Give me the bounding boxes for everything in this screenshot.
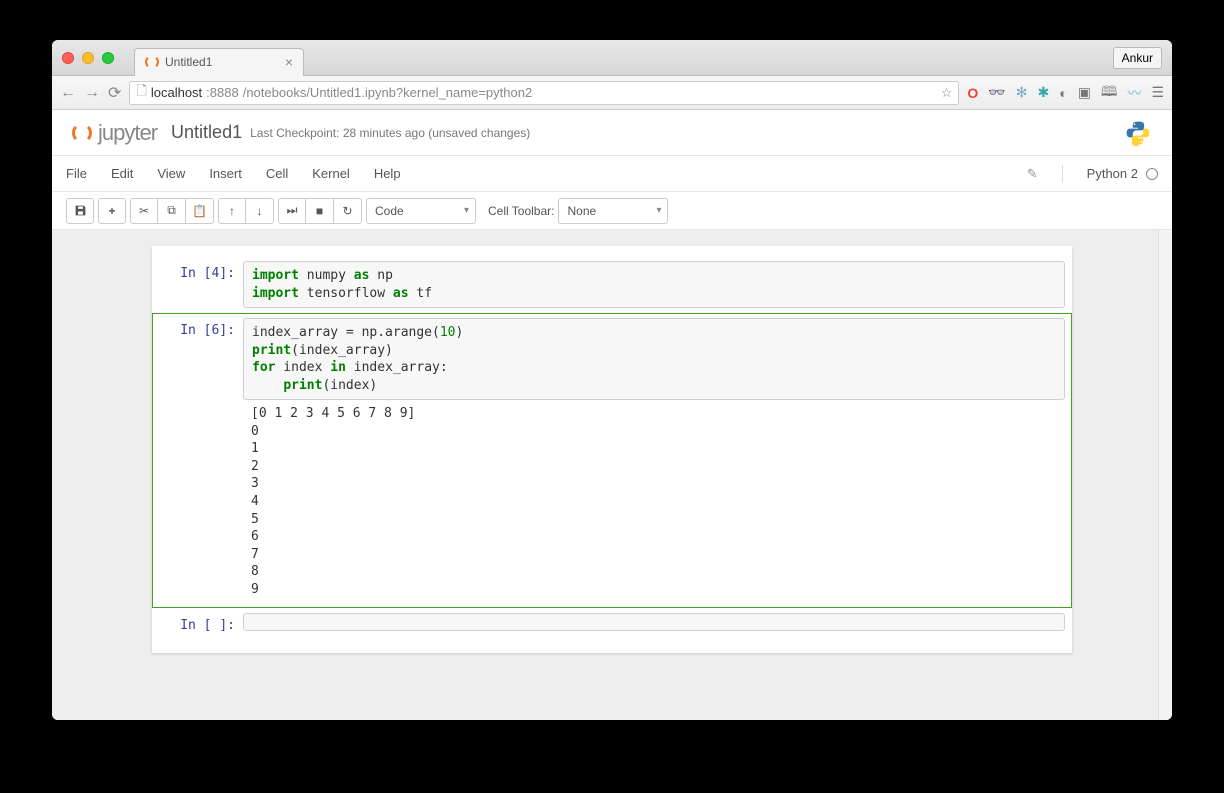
input-area: import numpy as np import tensorflow as … [243,261,1065,308]
cell-toolbar-label: Cell Toolbar: [488,204,554,218]
cell-toolbar-value: None [567,204,596,218]
notebook-container[interactable]: In [4]: import numpy as np import tensor… [52,230,1172,720]
bookmark-star-icon[interactable]: ☆ [941,85,953,101]
paste-button[interactable]: 📋 [186,198,214,224]
extension-icon[interactable]: ✻ [1016,84,1028,101]
python-logo-icon [1124,119,1152,147]
profile-button[interactable]: Ankur [1113,47,1162,69]
cell-type-select[interactable]: Code [366,198,476,224]
browser-tab[interactable]: Untitled1 × [134,48,304,76]
menu-view[interactable]: View [157,166,185,181]
jupyter-header: jupyter Untitled1 Last Checkpoint: 28 mi… [52,110,1172,156]
menu-icon[interactable]: ☰ [1151,84,1164,101]
tab-close-icon[interactable]: × [285,54,293,70]
input-area [243,613,1065,638]
input-prompt: In [ ]: [153,613,243,638]
add-cell-button[interactable]: + [98,198,126,224]
extension-icon[interactable]: ◐ [1059,85,1067,101]
jupyter-logo-text: jupyter [98,120,157,146]
browser-titlebar: Untitled1 × Ankur [52,40,1172,76]
jupyter-logo-icon [72,123,92,143]
input-area: index_array = np.arange(10) print(index_… [243,318,1065,603]
notebook-name[interactable]: Untitled1 [171,122,242,143]
cell-toolbar-select[interactable]: None [558,198,668,224]
move-up-button[interactable]: ↑ [218,198,246,224]
menu-file[interactable]: File [66,166,87,181]
menu-kernel[interactable]: Kernel [312,166,350,181]
extension-icon[interactable]: 〰 [1127,83,1141,103]
cut-button[interactable]: ✂ [130,198,158,224]
restart-button[interactable]: ↻ [334,198,362,224]
traffic-lights [62,52,114,64]
forward-icon[interactable]: → [84,84,100,102]
page-info-icon[interactable]: 🗋 [136,82,146,104]
output-area: [0 1 2 3 4 5 6 7 8 9] 0 1 2 3 4 5 6 7 8 … [243,400,1065,603]
menu-help[interactable]: Help [374,166,401,181]
browser-toolbar: ← → ⟳ 🗋 localhost :8888/notebooks/Untitle… [52,76,1172,110]
cell-type-value: Code [375,204,404,218]
code-input[interactable]: index_array = np.arange(10) print(index_… [243,318,1065,400]
checkpoint-status: Last Checkpoint: 28 minutes ago (unsaved… [250,126,530,140]
move-down-button[interactable]: ↓ [246,198,274,224]
scrollbar[interactable] [1158,230,1172,720]
window-close-icon[interactable] [62,52,74,64]
edit-notebook-icon[interactable]: ✎ [1027,166,1038,182]
extension-icon[interactable]: ✱ [1037,84,1049,101]
window-minimize-icon[interactable] [82,52,94,64]
jupyter-logo[interactable]: jupyter [72,120,157,146]
extension-icon[interactable]: ▣ [1078,84,1091,101]
notebook: In [4]: import numpy as np import tensor… [152,246,1072,653]
extension-icon[interactable]: 🕮 [1101,81,1118,105]
url-path: /notebooks/Untitled1.ipynb?kernel_name=p… [243,85,532,100]
menu-cell[interactable]: Cell [266,166,288,181]
run-button[interactable]: ⏭ [278,198,306,224]
browser-window: Untitled1 × Ankur ← → ⟳ 🗋 localhost :8888… [52,40,1172,720]
address-bar[interactable]: 🗋 localhost :8888/notebooks/Untitled1.ipy… [129,81,959,105]
back-icon[interactable]: ← [60,84,76,102]
input-prompt: In [4]: [153,261,243,308]
input-prompt: In [6]: [153,318,243,603]
menubar: File Edit View Insert Cell Kernel Help ✎… [52,156,1172,192]
menu-insert[interactable]: Insert [209,166,242,181]
copy-button[interactable]: ⧉ [158,198,186,224]
kernel-indicator[interactable]: Python 2 [1087,166,1158,181]
jupyter-favicon-icon [145,55,159,69]
interrupt-button[interactable]: ■ [306,198,334,224]
code-cell[interactable]: In [ ]: [152,608,1072,643]
toolbar: + ✂ ⧉ 📋 ↑ ↓ ⏭ ■ ↻ Code Cell Toolbar: Non… [52,192,1172,230]
save-button[interactable] [66,198,94,224]
opera-extension-icon[interactable]: O [967,85,978,101]
kernel-name: Python 2 [1087,166,1138,181]
tab-title: Untitled1 [165,55,279,69]
url-port: :8888 [206,85,239,100]
code-input[interactable]: import numpy as np import tensorflow as … [243,261,1065,308]
code-cell[interactable]: In [6]: index_array = np.arange(10) prin… [152,313,1072,608]
reload-icon[interactable]: ⟳ [108,83,121,103]
menu-edit[interactable]: Edit [111,166,133,181]
code-input[interactable] [243,613,1065,631]
separator [1062,165,1063,183]
incognito-extension-icon[interactable]: 👓 [988,84,1005,101]
code-cell[interactable]: In [4]: import numpy as np import tensor… [152,256,1072,313]
kernel-status-icon [1146,168,1158,180]
extension-icons: O 👓 ✻ ✱ ◐ ▣ 🕮 〰 ☰ [967,81,1164,105]
url-host: localhost [151,85,202,100]
window-maximize-icon[interactable] [102,52,114,64]
